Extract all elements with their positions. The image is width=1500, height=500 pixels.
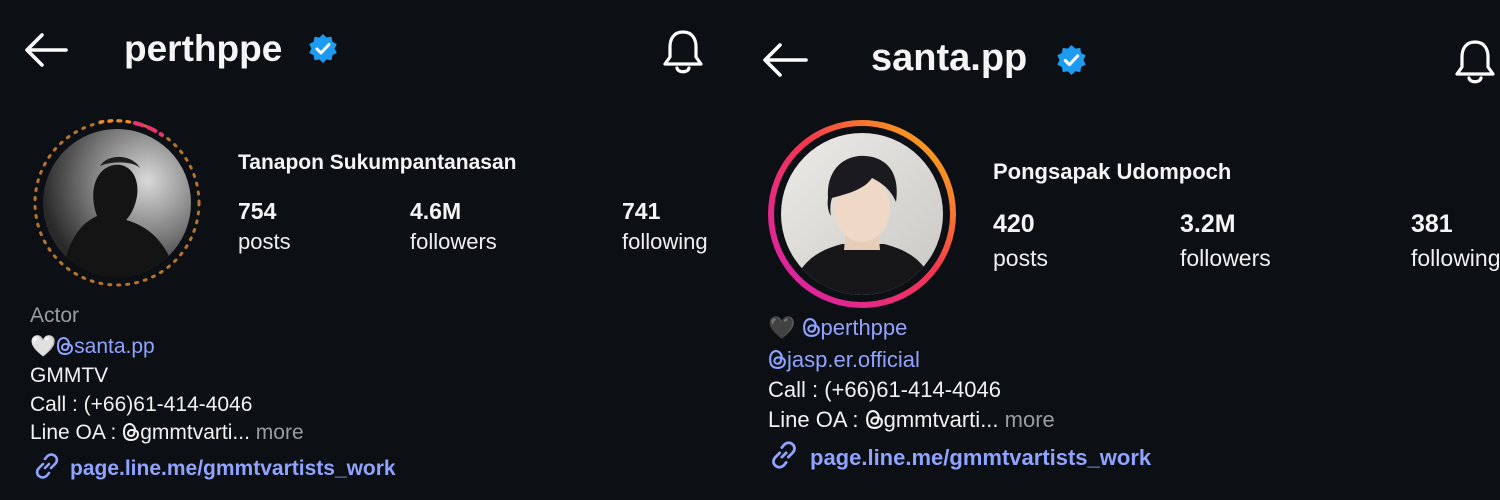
avatar[interactable] bbox=[767, 119, 957, 309]
stat-followers[interactable]: 4.6M followers bbox=[410, 198, 497, 255]
mention-text: santa.pp bbox=[74, 335, 155, 358]
bio-line-oa: Line OA : gmmtvarti... more bbox=[30, 421, 304, 448]
stat-value: 4.6M bbox=[410, 198, 462, 224]
line-oa-prefix: Line OA : bbox=[768, 407, 865, 432]
stat-value: 741 bbox=[622, 198, 661, 224]
threads-icon bbox=[56, 336, 74, 362]
back-arrow-icon[interactable] bbox=[760, 40, 810, 80]
threads-icon bbox=[122, 422, 140, 448]
stat-value: 754 bbox=[238, 198, 277, 224]
white-heart-emoji: 🤍 bbox=[30, 335, 57, 358]
mention-text: jasp.er.official bbox=[787, 347, 920, 372]
line-oa-value: gmmtvarti bbox=[883, 407, 981, 432]
back-arrow-icon[interactable] bbox=[22, 30, 70, 70]
threads-icon bbox=[802, 317, 821, 344]
mention-text: perthppe bbox=[820, 315, 908, 340]
profile-username: perthppe bbox=[124, 28, 283, 69]
black-heart-emoji: 🖤 bbox=[768, 315, 796, 340]
stat-label: following bbox=[622, 229, 708, 254]
bio-mention-line: 🖤 perthppe bbox=[768, 315, 907, 344]
stat-posts[interactable]: 420 posts bbox=[993, 210, 1048, 272]
line-oa-value: gmmtvarti bbox=[140, 421, 233, 444]
stat-label: posts bbox=[993, 245, 1048, 271]
stat-label: followers bbox=[410, 229, 497, 254]
more-button[interactable]: more bbox=[256, 421, 304, 444]
profile-username: santa.pp bbox=[871, 37, 1028, 79]
stat-value: 381 bbox=[1411, 210, 1453, 238]
bio-external-link[interactable]: page.line.me/gmmtvartists_work bbox=[768, 439, 1151, 476]
line-oa-prefix: Line OA : bbox=[30, 421, 123, 444]
link-icon bbox=[32, 451, 62, 486]
stat-label: posts bbox=[238, 229, 291, 254]
stat-label: following bbox=[1411, 245, 1500, 271]
mention-link[interactable]: perthppe bbox=[802, 315, 908, 340]
profile-photo bbox=[781, 133, 943, 295]
bio-mention-line-2: jasp.er.official bbox=[768, 347, 920, 376]
stat-following[interactable]: 741 following bbox=[622, 198, 708, 255]
stat-following[interactable]: 381 following bbox=[1411, 210, 1500, 272]
bio-external-link[interactable]: page.line.me/gmmtvartists_work bbox=[32, 451, 396, 486]
profile-panel-perthppe: perthppe Tanapon Sukumpantanasan 754 pos… bbox=[0, 0, 740, 500]
bio-line-call: Call : (+66)61-414-4046 bbox=[30, 393, 253, 416]
notification-bell-icon[interactable] bbox=[1452, 38, 1498, 86]
stat-posts[interactable]: 754 posts bbox=[238, 198, 291, 255]
notification-bell-icon[interactable] bbox=[660, 28, 706, 76]
more-button[interactable]: more bbox=[1005, 407, 1055, 432]
link-text: page.line.me/gmmtvartists_work bbox=[810, 444, 1152, 470]
avatar[interactable] bbox=[30, 116, 204, 290]
profile-full-name: Pongsapak Udompoch bbox=[993, 159, 1232, 184]
bio-line-agency: GMMTV bbox=[30, 364, 109, 387]
profile-panel-santapp: santa.pp Pongsapak Udompoch 420 posts 3.… bbox=[740, 0, 1500, 500]
stat-value: 420 bbox=[993, 210, 1035, 238]
threads-icon bbox=[768, 349, 787, 376]
mention-link[interactable]: santa.pp bbox=[56, 335, 155, 358]
threads-icon bbox=[865, 409, 884, 436]
bio-mention-line: 🤍 santa.pp bbox=[30, 335, 155, 362]
stat-label: followers bbox=[1180, 245, 1271, 271]
profile-photo bbox=[43, 129, 191, 277]
ellipsis: ... bbox=[980, 407, 999, 432]
link-icon bbox=[768, 439, 800, 476]
profile-full-name: Tanapon Sukumpantanasan bbox=[238, 151, 517, 174]
ellipsis: ... bbox=[232, 421, 250, 444]
verified-badge-icon bbox=[1055, 44, 1088, 77]
stat-followers[interactable]: 3.2M followers bbox=[1180, 210, 1271, 272]
bio-category: Actor bbox=[30, 304, 80, 327]
verified-badge-icon bbox=[307, 33, 339, 65]
bio-line-oa: Line OA : gmmtvarti... more bbox=[768, 407, 1055, 436]
link-text: page.line.me/gmmtvartists_work bbox=[70, 456, 396, 480]
mention-link[interactable]: jasp.er.official bbox=[768, 347, 920, 372]
bio-line-call: Call : (+66)61-414-4046 bbox=[768, 377, 1001, 402]
stat-value: 3.2M bbox=[1180, 210, 1236, 238]
